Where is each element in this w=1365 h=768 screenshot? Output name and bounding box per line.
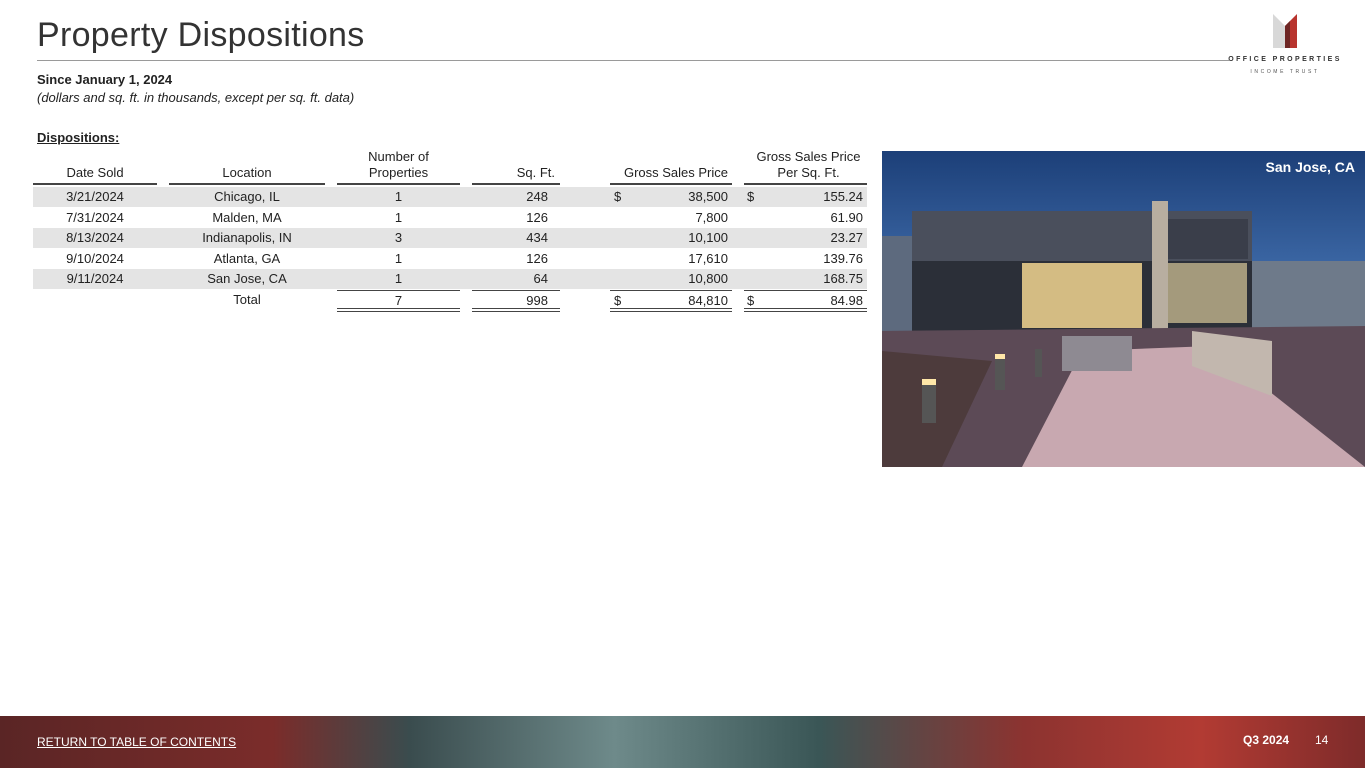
sq-ft: 248 [526,189,548,204]
logo-subtext: INCOME TRUST [1250,69,1320,75]
location: Atlanta, GA [213,250,281,266]
sq-ft: 126 [526,250,548,266]
gross-sales-price: 7,800 [695,209,728,225]
location: Chicago, IL [214,189,280,204]
price-per-sq-ft: 155.24 [823,189,863,204]
company-logo: OFFICE PROPERTIES INCOME TRUST [1215,12,1355,75]
total-price-cell: $84,810 [610,290,732,312]
date-sold: 7/31/2024 [66,209,124,225]
total-sqft: 998 [472,290,560,312]
table-row: 7/31/2024 Malden, MA 1 126 7,800 61.90 [33,208,867,228]
table-row: 3/21/2024 Chicago, IL 1 248 $38,500 $155.24 [33,187,867,207]
total-price: 84,810 [688,293,728,308]
number-of-properties: 1 [394,271,403,286]
total-per-cell: $84.98 [744,290,867,312]
page-number: 14 [1315,733,1329,747]
sq-ft: 126 [526,209,548,225]
location: Indianapolis, IN [202,230,292,245]
footer-bar: RETURN TO TABLE OF CONTENTS Q3 2024 14 [0,716,1365,768]
gross-sales-price: 38,500 [688,189,728,204]
number-of-properties: 3 [394,230,403,245]
page-title: Property Dispositions [37,16,365,54]
sq-ft: 434 [526,230,548,245]
price-per-sq-ft: 23.27 [830,230,863,245]
number-of-properties: 1 [394,209,403,225]
column-header: Gross Sales Price Per Sq. Ft. [744,149,867,185]
column-header: Sq. Ft. [472,150,560,185]
sq-ft: 64 [533,271,548,286]
date-sold: 8/13/2024 [66,230,124,245]
date-sold: 9/11/2024 [66,271,124,286]
gross-sales-price: 10,100 [688,230,728,245]
gross-sales-price: 17,610 [688,250,728,266]
logo-text: OFFICE PROPERTIES [1228,56,1342,63]
date-sold: 9/10/2024 [66,250,124,266]
title-divider [37,60,1229,61]
subtitle: Since January 1, 2024 [37,72,173,87]
column-header: Date Sold [33,150,157,185]
table-row: 9/11/2024 San Jose, CA 1 64 10,800 168.75 [33,269,867,289]
location: San Jose, CA [207,271,287,286]
return-to-toc-link[interactable]: RETURN TO TABLE OF CONTENTS [37,735,236,749]
property-photo: San Jose, CA [882,151,1365,467]
price-per-sq-ft: 168.75 [823,271,863,286]
currency: $ [747,293,755,308]
units-note: (dollars and sq. ft. in thousands, excep… [37,90,355,105]
price-per-sq-ft: 139.76 [823,250,863,266]
column-header: Location [169,150,325,185]
photo-caption: San Jose, CA [1265,159,1355,175]
logo-icon [1273,14,1297,48]
total-num: 7 [337,290,460,312]
table-row: 8/13/2024 Indianapolis, IN 3 434 10,100 23.27 [33,228,867,248]
price-per-sq-ft: 61.90 [830,209,863,225]
location: Malden, MA [212,209,282,225]
currency: $ [614,293,622,308]
number-of-properties: 1 [394,250,403,266]
gross-sales-price: 10,800 [688,271,728,286]
total-label: Total [233,292,261,307]
column-header: Gross Sales Price [610,150,732,185]
section-label: Dispositions: [37,130,120,145]
building-illustration [882,201,1365,467]
column-header: Number of Properties [337,149,460,185]
number-of-properties: 1 [394,189,403,204]
total-row: Total 7 998 $84,810 $84.98 [33,290,867,312]
date-sold: 3/21/2024 [66,189,124,204]
table-row: 9/10/2024 Atlanta, GA 1 126 17,610 139.76 [33,249,867,269]
total-per-sqft: 84.98 [830,293,863,308]
quarter-label: Q3 2024 [1243,733,1290,747]
